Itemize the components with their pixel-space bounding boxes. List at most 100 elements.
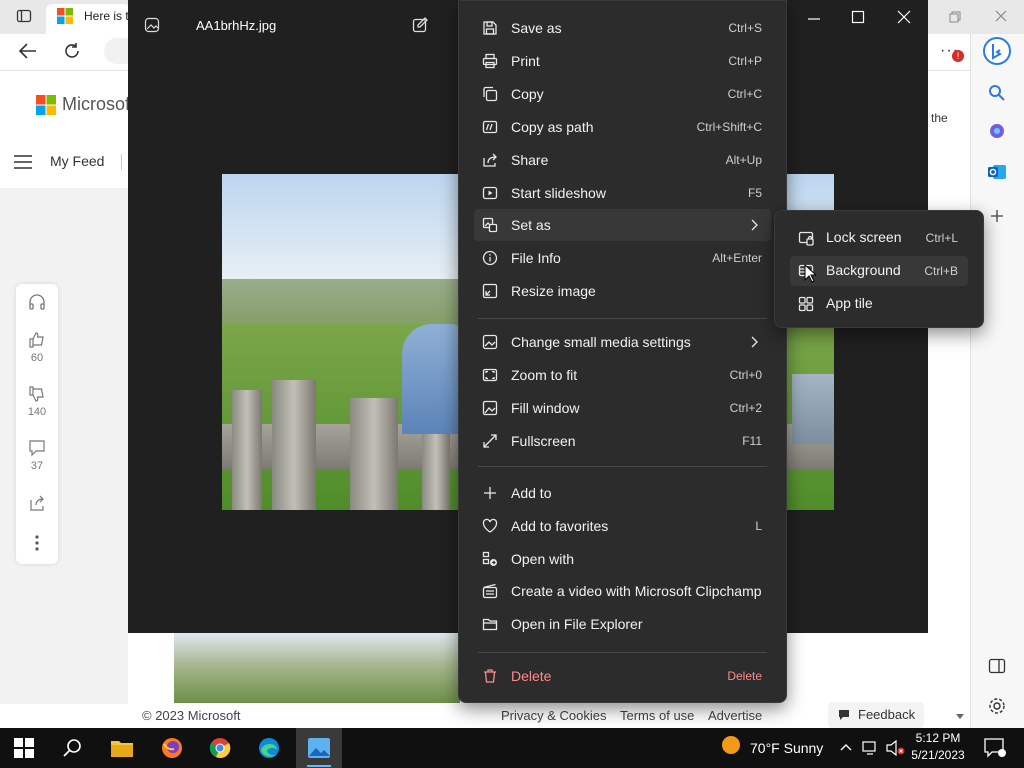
photos-taskbar-icon bbox=[307, 736, 331, 760]
footer-terms-link[interactable]: Terms of use bbox=[620, 708, 694, 723]
settings-gear-icon[interactable] bbox=[988, 697, 1006, 715]
menu-item-fill-window[interactable]: Fill window Ctrl+2 bbox=[474, 392, 771, 424]
submenu-item-label: Lock screen bbox=[826, 229, 902, 245]
address-bar[interactable] bbox=[104, 38, 128, 64]
photos-file-name: AA1brhHz.jpg bbox=[196, 18, 277, 33]
browser-close-icon[interactable] bbox=[994, 9, 1008, 23]
footer-privacy-link[interactable]: Privacy & Cookies bbox=[501, 708, 606, 723]
menu-item-fullscreen[interactable]: Fullscreen F11 bbox=[474, 425, 771, 457]
menu-item-shortcut: L bbox=[755, 519, 762, 533]
trash-icon bbox=[482, 668, 498, 684]
submenu-item-background[interactable]: Background Ctrl+B bbox=[790, 256, 968, 286]
submenu-item-lock-screen[interactable]: Lock screen Ctrl+L bbox=[790, 223, 968, 253]
set-as-icon bbox=[482, 217, 498, 233]
restore-icon[interactable] bbox=[948, 10, 962, 24]
menu-item-label: File Info bbox=[511, 250, 561, 266]
submenu-item-shortcut: Ctrl+L bbox=[925, 231, 958, 245]
split-screen-icon[interactable] bbox=[988, 658, 1006, 674]
show-hidden-icons-chevron-icon[interactable] bbox=[840, 742, 852, 752]
chrome-taskbar-icon[interactable] bbox=[208, 736, 232, 760]
menu-item-copy-as-path[interactable]: Copy as path Ctrl+Shift+C bbox=[474, 111, 771, 143]
menu-item-share[interactable]: Share Alt+Up bbox=[474, 144, 771, 176]
start-windows-icon[interactable] bbox=[14, 738, 34, 758]
menu-item-change-small-media-settings[interactable]: Change small media settings bbox=[474, 326, 771, 358]
clock-time[interactable]: 5:12 PM bbox=[908, 731, 968, 745]
menu-item-label: Copy bbox=[511, 86, 544, 102]
bing-icon[interactable] bbox=[982, 36, 1012, 66]
article-text-fragment: the bbox=[931, 111, 948, 125]
plus-icon bbox=[482, 485, 498, 501]
copilot-icon[interactable] bbox=[988, 122, 1006, 140]
menu-item-shortcut: Delete bbox=[727, 669, 762, 683]
weather-text[interactable]: 70°F Sunny bbox=[750, 740, 823, 756]
microsoft-favicon-icon bbox=[57, 8, 73, 24]
firefox-taskbar-icon[interactable] bbox=[160, 736, 184, 760]
menu-item-label: Change small media settings bbox=[511, 334, 691, 350]
more-vertical-icon[interactable] bbox=[34, 534, 40, 552]
menu-item-resize-image[interactable]: Resize image bbox=[474, 275, 771, 307]
search-icon[interactable] bbox=[988, 84, 1006, 102]
clock-date[interactable]: 5/21/2023 bbox=[908, 748, 968, 762]
menu-item-add-to-favorites[interactable]: Add to favorites L bbox=[474, 510, 771, 542]
nav-my-feed[interactable]: My Feed bbox=[50, 153, 104, 169]
maximize-icon[interactable] bbox=[851, 10, 865, 24]
menu-item-open-with[interactable]: Open with bbox=[474, 543, 771, 575]
menu-item-delete[interactable]: Delete Delete bbox=[474, 660, 771, 692]
network-icon[interactable] bbox=[862, 740, 880, 756]
back-arrow-icon[interactable] bbox=[18, 42, 38, 60]
menu-item-start-slideshow[interactable]: Start slideshow F5 bbox=[474, 177, 771, 209]
refresh-icon[interactable] bbox=[63, 42, 81, 60]
menu-item-label: Fullscreen bbox=[511, 433, 576, 449]
comment-count: 37 bbox=[30, 460, 44, 472]
menu-item-label: Add to favorites bbox=[511, 518, 609, 534]
menu-item-zoom-to-fit[interactable]: Zoom to fit Ctrl+0 bbox=[474, 359, 771, 391]
headphones-icon[interactable] bbox=[28, 293, 46, 311]
menu-item-open-in-file-explorer[interactable]: Open in File Explorer bbox=[474, 608, 771, 640]
comment-icon[interactable] bbox=[28, 439, 46, 457]
tab-actions-icon[interactable] bbox=[16, 8, 32, 24]
close-window-icon[interactable] bbox=[897, 10, 911, 24]
feedback-label: Feedback bbox=[858, 707, 916, 722]
edge-taskbar-icon[interactable] bbox=[257, 736, 281, 760]
menu-item-save-as[interactable]: Save as Ctrl+S bbox=[474, 12, 771, 44]
menu-item-print[interactable]: Print Ctrl+P bbox=[474, 45, 771, 77]
menu-item-label: Add to bbox=[511, 485, 552, 501]
dislike-count: 140 bbox=[27, 406, 47, 418]
hamburger-menu-icon[interactable] bbox=[14, 155, 32, 169]
menu-item-copy[interactable]: Copy Ctrl+C bbox=[474, 78, 771, 110]
resize-icon bbox=[482, 283, 498, 299]
menu-item-create-a-video-with-microsoft-clipchamp[interactable]: Create a video with Microsoft Clipchamp bbox=[474, 575, 771, 607]
scroll-down-arrow-icon[interactable] bbox=[955, 713, 965, 721]
submenu-item-app-tile[interactable]: App tile bbox=[790, 289, 968, 319]
dislike-icon[interactable] bbox=[28, 385, 46, 403]
menu-item-shortcut: Ctrl+0 bbox=[729, 368, 762, 382]
minimize-icon[interactable] bbox=[807, 12, 821, 26]
menu-item-file-info[interactable]: File Info Alt+Enter bbox=[474, 242, 771, 274]
fill-window-icon bbox=[482, 400, 498, 416]
menu-item-label: Zoom to fit bbox=[511, 367, 578, 383]
menu-item-shortcut: Ctrl+Shift+C bbox=[696, 120, 762, 134]
copy-path-icon bbox=[482, 119, 498, 135]
add-sidebar-icon[interactable] bbox=[989, 208, 1005, 224]
edit-image-icon[interactable] bbox=[412, 16, 430, 34]
weather-sun-icon[interactable] bbox=[720, 734, 742, 756]
save-icon bbox=[482, 20, 498, 36]
zoom-fit-icon bbox=[482, 367, 498, 383]
footer-advertise-link[interactable]: Advertise bbox=[708, 708, 762, 723]
microsoft-logo-text: Microsoft bbox=[62, 94, 136, 114]
notifications-icon[interactable] bbox=[984, 738, 1006, 758]
file-explorer-taskbar-icon[interactable] bbox=[110, 737, 134, 759]
volume-muted-icon[interactable] bbox=[886, 740, 906, 756]
menu-item-add-to[interactable]: Add to bbox=[474, 477, 771, 509]
menu-item-set-as[interactable]: Set as bbox=[474, 209, 771, 241]
outlook-icon[interactable] bbox=[987, 162, 1007, 182]
chevron-right-icon bbox=[746, 334, 762, 350]
print-icon bbox=[482, 53, 498, 69]
taskbar-search-icon[interactable] bbox=[62, 738, 82, 758]
like-icon[interactable] bbox=[28, 331, 46, 349]
share-article-icon[interactable] bbox=[28, 494, 46, 512]
menu-item-label: Delete bbox=[511, 668, 552, 684]
mouse-cursor-icon bbox=[804, 264, 816, 284]
menu-separator bbox=[478, 652, 767, 653]
menu-item-label: Start slideshow bbox=[511, 185, 606, 201]
